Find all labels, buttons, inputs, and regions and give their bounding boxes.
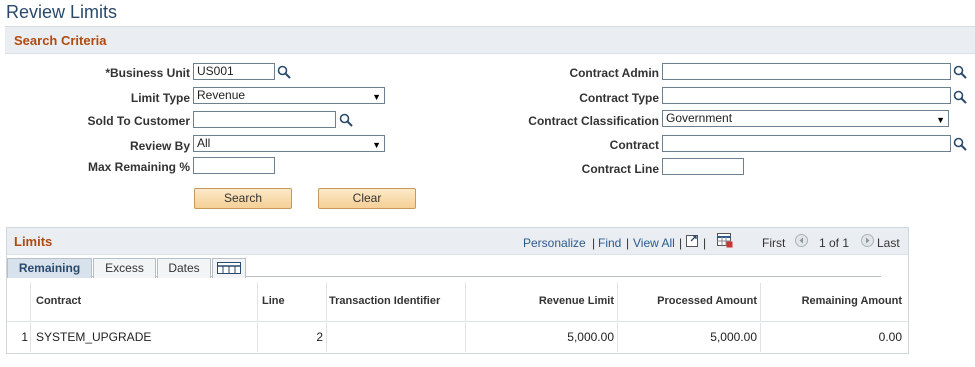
sold-to-customer-input[interactable]	[193, 111, 336, 128]
col-line[interactable]: Line	[258, 283, 327, 322]
contract-type-lookup-icon[interactable]	[953, 90, 967, 104]
cell-remaining-amount: 0.00	[878, 330, 902, 344]
limits-grid-header: Limits Personalize | Find | View All | |…	[7, 228, 908, 255]
limits-title: Limits	[14, 234, 53, 249]
cell-processed-amount: 5,000.00	[618, 323, 761, 352]
limits-grid: Limits Personalize | Find | View All | |…	[6, 227, 909, 354]
limit-type-select[interactable]: Revenue ▼	[193, 87, 385, 104]
view-all-link[interactable]: View All	[633, 236, 675, 250]
business-unit-lookup-icon[interactable]	[277, 65, 291, 79]
contract-input[interactable]	[662, 135, 951, 152]
toolbar-separator: |	[626, 236, 630, 250]
contract-type-label: Contract Type	[579, 91, 659, 105]
clear-button[interactable]: Clear	[318, 188, 416, 209]
find-link[interactable]: Find	[598, 236, 621, 250]
review-by-select[interactable]: All ▼	[193, 135, 385, 152]
personalize-link[interactable]: Personalize	[523, 236, 586, 250]
contract-type-input[interactable]	[662, 87, 951, 104]
col-row-number	[7, 283, 31, 322]
max-remaining-label: Max Remaining %	[87, 160, 190, 174]
review-by-value: All	[197, 136, 211, 150]
chevron-down-icon: ▼	[372, 92, 381, 102]
col-contract[interactable]: Contract	[31, 283, 258, 322]
contract-admin-label: Contract Admin	[569, 66, 659, 80]
next-arrow-icon[interactable]	[861, 234, 874, 247]
contract-admin-input[interactable]	[662, 63, 951, 80]
show-all-columns-icon	[217, 262, 241, 274]
prev-arrow-icon[interactable]	[795, 234, 808, 247]
contract-admin-lookup-icon[interactable]	[953, 65, 967, 79]
cell-line: 2	[258, 323, 327, 352]
page-range: 1 of 1	[819, 236, 850, 250]
search-criteria-bar: Search Criteria	[5, 26, 975, 54]
toolbar-separator: |	[592, 236, 596, 250]
show-all-columns-tab[interactable]	[212, 258, 246, 278]
limit-type-label: Limit Type	[130, 91, 190, 105]
max-remaining-input[interactable]	[193, 157, 275, 174]
contract-line-label: Contract Line	[581, 162, 659, 176]
sold-to-customer-label: Sold To Customer	[87, 114, 190, 128]
contract-classification-label: Contract Classification	[528, 114, 659, 128]
sold-to-customer-lookup-icon[interactable]	[339, 113, 353, 127]
search-button[interactable]: Search	[194, 188, 292, 209]
col-remaining-amount[interactable]: Remaining Amount	[761, 283, 908, 322]
search-criteria-title: Search Criteria	[14, 33, 107, 48]
grid-download-icon[interactable]	[717, 233, 733, 248]
first-label: First	[762, 236, 786, 250]
last-label: Last	[877, 236, 900, 250]
business-unit-label: *Business Unit	[105, 66, 190, 80]
grid-tabs: Remaining Excess Dates	[7, 256, 881, 278]
tab-dates[interactable]: Dates	[157, 258, 211, 278]
toolbar-separator: |	[679, 236, 683, 250]
chevron-down-icon: ▼	[936, 115, 945, 125]
cell-contract: SYSTEM_UPGRADE	[31, 323, 258, 352]
contract-line-input[interactable]	[662, 158, 744, 175]
col-processed-amount[interactable]: Processed Amount	[618, 283, 761, 322]
business-unit-input[interactable]: US001	[193, 63, 275, 80]
col-revenue-limit[interactable]: Revenue Limit	[466, 283, 618, 322]
col-transaction-identifier[interactable]: Transaction Identifier	[327, 283, 466, 322]
review-by-label: Review By	[129, 139, 190, 153]
toolbar-separator: |	[703, 236, 707, 250]
page-title: Review Limits	[6, 2, 118, 22]
contract-lookup-icon[interactable]	[953, 137, 967, 151]
contract-classification-value: Government	[666, 111, 733, 125]
cell-transaction-identifier	[327, 323, 466, 352]
tab-remaining[interactable]: Remaining	[7, 258, 92, 278]
new-window-icon[interactable]	[685, 233, 700, 248]
row-number: 1	[7, 323, 31, 352]
contract-label: Contract	[609, 138, 659, 152]
tab-excess[interactable]: Excess	[93, 258, 156, 278]
cell-revenue-limit: 5,000.00	[466, 323, 618, 352]
contract-classification-select[interactable]: Government ▼	[662, 110, 949, 127]
limit-type-value: Revenue	[197, 88, 246, 102]
chevron-down-icon: ▼	[372, 140, 381, 150]
